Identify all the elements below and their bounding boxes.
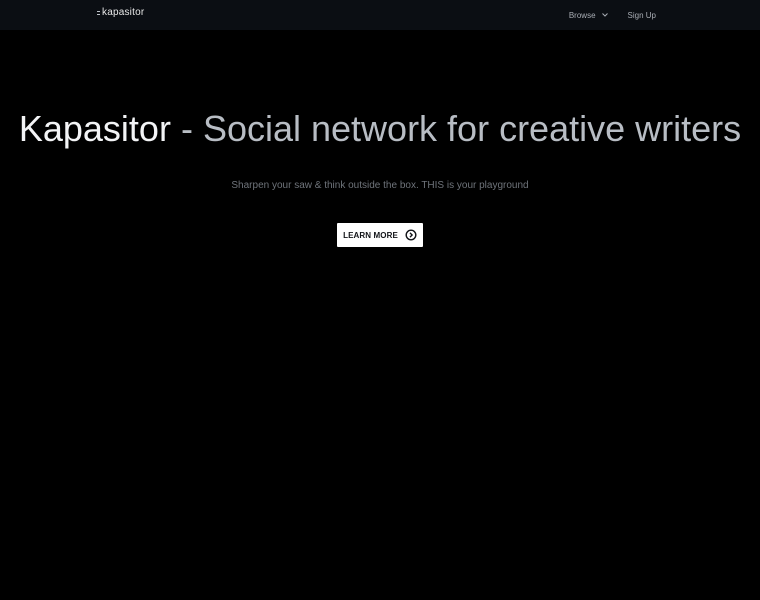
title-brand: Kapasitor (18, 108, 171, 149)
chevron-down-icon (601, 13, 608, 17)
nav-sign-up-label: Sign Up (627, 10, 656, 20)
nav-browse-label: Browse (568, 10, 596, 20)
arrow-circle-right-icon (405, 229, 417, 241)
nav-sign-up[interactable]: Sign Up (628, 11, 656, 20)
hero-subtitle: Sharpen your saw & think outside the box… (231, 180, 529, 191)
brand-mark-icon (96, 8, 101, 17)
title-tagline: - Social network for creative writers (170, 108, 742, 149)
brand-logo[interactable]: kapasitor (96, 7, 144, 18)
top-navbar: kapasitor Browse Sign Up (0, 0, 760, 30)
page-title: Kapasitor - Social network for creative … (0, 106, 760, 152)
nav-browse[interactable]: Browse (569, 11, 609, 20)
brand-name: kapasitor (102, 7, 145, 18)
learn-more-button[interactable]: LEARN MORE (337, 223, 423, 247)
learn-more-label: LEARN MORE (343, 230, 398, 240)
main-nav: Browse Sign Up (569, 0, 656, 30)
